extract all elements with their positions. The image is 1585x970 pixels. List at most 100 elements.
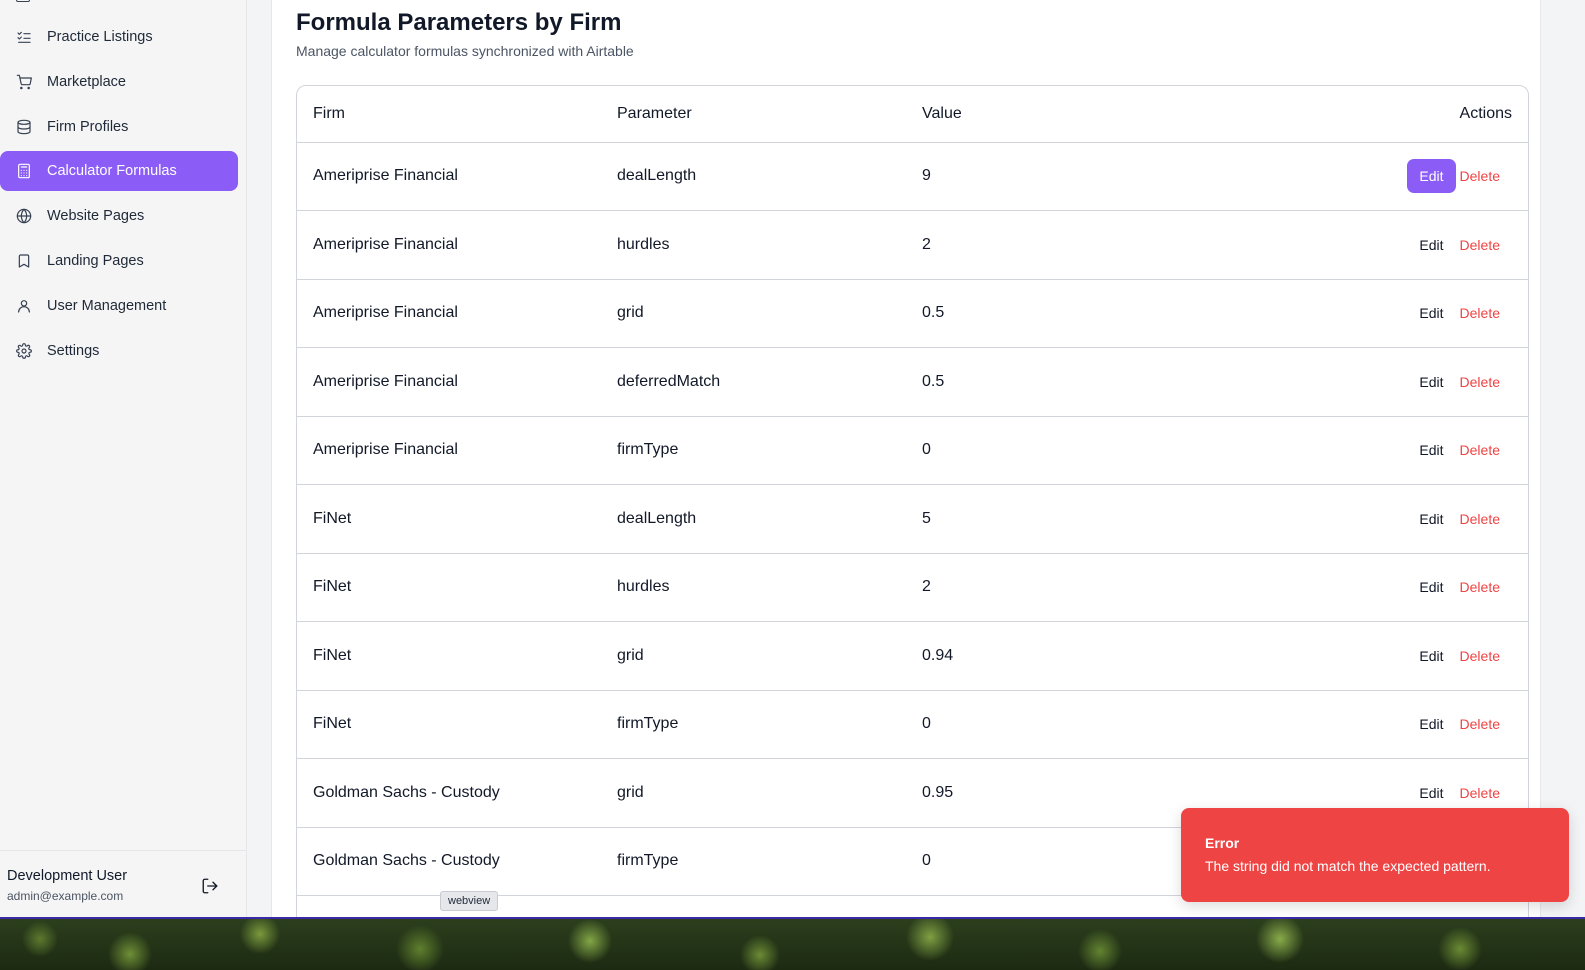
cell-value: 0 xyxy=(906,416,1210,485)
column-header-value: Value xyxy=(906,86,1210,143)
toast-title: Error xyxy=(1205,835,1240,851)
table-row: Ameriprise Financial hurdles 2 Edit Delete xyxy=(297,210,1528,280)
sidebar-item-settings[interactable]: Settings xyxy=(0,331,238,371)
cell-parameter: grid xyxy=(601,758,906,828)
cell-value: 0.94 xyxy=(906,621,1210,691)
sidebar-item-marketplace[interactable]: Marketplace xyxy=(0,62,238,102)
logout-button[interactable] xyxy=(201,877,221,897)
edit-button[interactable]: Edit xyxy=(1407,570,1455,604)
cell-firm: Ameriprise Financial xyxy=(297,210,601,280)
delete-button[interactable]: Delete xyxy=(1460,579,1500,595)
sidebar-item-user-management[interactable]: User Management xyxy=(0,286,238,326)
table-row: FiNet grid 0.94 Edit Delete xyxy=(297,621,1528,691)
cell-parameter: hurdles xyxy=(601,553,906,622)
user-email: admin@example.com xyxy=(7,889,124,903)
cell-value: 9 xyxy=(906,142,1210,211)
formulas-table-container: Firm Parameter Value Actions Ameriprise … xyxy=(296,85,1529,919)
edit-button[interactable]: Edit xyxy=(1407,433,1455,467)
delete-button[interactable]: Delete xyxy=(1460,716,1500,732)
cell-value: 5 xyxy=(906,484,1210,554)
cell-parameter: deferredMatch xyxy=(601,347,906,417)
cell-value: 0 xyxy=(906,690,1210,759)
sidebar-item-calculator-formulas[interactable]: Calculator Formulas xyxy=(0,151,238,191)
delete-button[interactable]: Delete xyxy=(1460,648,1500,664)
cell-actions: Edit Delete xyxy=(1210,210,1528,280)
edit-button[interactable]: Edit xyxy=(1407,639,1455,673)
table-row: Ameriprise Financial deferredMatch 0.5 Edit… xyxy=(297,347,1528,417)
cell-parameter: grid xyxy=(601,279,906,348)
cell-value: 2 xyxy=(906,210,1210,280)
sidebar-item-firm-profiles[interactable]: Firm Profiles xyxy=(0,107,238,147)
cell-actions: Edit Delete xyxy=(1210,279,1528,348)
cell-firm: Goldman Sachs - Custody xyxy=(297,758,601,828)
cell-actions: Edit Delete xyxy=(1210,347,1528,417)
cell-actions: Edit Delete xyxy=(1210,621,1528,691)
user-panel: Development User admin@example.com xyxy=(0,850,247,919)
sidebar-item-landing-pages[interactable]: Landing Pages xyxy=(0,241,238,281)
delete-button[interactable]: Delete xyxy=(1460,305,1500,321)
cell-parameter: grid xyxy=(601,621,906,691)
sidebar-item-website-pages[interactable]: Website Pages xyxy=(0,196,238,236)
table-row: Ameriprise Financial firmType 0 Edit Delete xyxy=(297,416,1528,485)
cell-value: 2 xyxy=(906,553,1210,622)
cell-actions: Edit Delete xyxy=(1210,484,1528,554)
desktop-background xyxy=(0,919,1585,970)
sidebar-item-label: User Management xyxy=(47,298,167,314)
cell-firm: FiNet xyxy=(297,553,601,622)
log-out-icon xyxy=(202,878,218,894)
page-title: Formula Parameters by Firm xyxy=(296,9,622,36)
table-row: Ameriprise Financial dealLength 9 Edit Delet… xyxy=(297,142,1528,211)
table-header-row: Firm Parameter Value Actions xyxy=(297,86,1528,143)
edit-button[interactable]: Edit xyxy=(1407,365,1455,399)
delete-button[interactable]: Delete xyxy=(1460,785,1500,801)
cell-firm: FiNet xyxy=(297,621,601,691)
calculator-icon xyxy=(16,163,32,179)
column-header-firm: Firm xyxy=(297,86,601,143)
cell-firm: Ameriprise Financial xyxy=(297,416,601,485)
sidebar-item-label: Website Pages xyxy=(47,208,145,224)
sidebar-item-label: Calculator Formulas xyxy=(47,163,177,179)
page-subtitle: Manage calculator formulas synchronized … xyxy=(296,43,634,59)
user-icon xyxy=(16,298,32,314)
edit-button[interactable]: Edit xyxy=(1407,159,1456,194)
cell-firm: Ameriprise Financial xyxy=(297,279,601,348)
sidebar-item-label: Settings xyxy=(47,343,100,359)
cell-firm: FiNet xyxy=(297,690,601,759)
cell-parameter: firmType xyxy=(601,416,906,485)
cell-actions: Edit Delete xyxy=(1210,416,1528,485)
table-row: Ameriprise Financial grid 0.5 Edit Delete xyxy=(297,279,1528,348)
list-check-icon xyxy=(16,29,32,45)
sidebar-item-practice-listings[interactable]: Practice Listings xyxy=(0,17,238,57)
formulas-table: Firm Parameter Value Actions Ameriprise … xyxy=(297,86,1528,896)
cell-firm: Ameriprise Financial xyxy=(297,142,601,211)
edit-button[interactable]: Edit xyxy=(1407,228,1455,262)
cell-actions: Edit Delete xyxy=(1210,690,1528,759)
delete-button[interactable]: Delete xyxy=(1460,374,1500,390)
cell-actions: Edit Delete xyxy=(1210,553,1528,622)
sidebar-item-label: Firm Profiles xyxy=(47,119,129,135)
app-window: Practice Listings Marketplace Firm Profi… xyxy=(0,0,1585,919)
edit-button[interactable]: Edit xyxy=(1407,707,1455,741)
cell-value: 0.95 xyxy=(906,758,1210,828)
bookmark-icon xyxy=(16,253,32,269)
delete-button[interactable]: Delete xyxy=(1460,511,1500,527)
clipped-nav-icon xyxy=(16,0,30,2)
shopping-cart-icon xyxy=(16,74,32,90)
cell-firm: Ameriprise Financial xyxy=(297,347,601,417)
column-header-actions: Actions xyxy=(1210,86,1528,143)
cell-firm: Goldman Sachs - Custody xyxy=(297,827,601,896)
cell-parameter: firmType xyxy=(601,690,906,759)
sidebar: Practice Listings Marketplace Firm Profi… xyxy=(0,0,247,919)
cell-parameter: dealLength xyxy=(601,142,906,211)
delete-button[interactable]: Delete xyxy=(1460,168,1500,184)
delete-button[interactable]: Delete xyxy=(1460,237,1500,253)
toast-message: The string did not match the expected pa… xyxy=(1205,858,1491,874)
delete-button[interactable]: Delete xyxy=(1460,442,1500,458)
error-toast[interactable]: Error The string did not match the expec… xyxy=(1181,808,1569,902)
edit-button[interactable]: Edit xyxy=(1407,502,1455,536)
webview-tooltip: webview xyxy=(440,891,499,911)
edit-button[interactable]: Edit xyxy=(1407,776,1455,810)
main-content: Formula Parameters by Firm Manage calcul… xyxy=(247,0,1585,919)
edit-button[interactable]: Edit xyxy=(1407,296,1455,330)
cell-actions: EditDelete xyxy=(1210,142,1528,211)
